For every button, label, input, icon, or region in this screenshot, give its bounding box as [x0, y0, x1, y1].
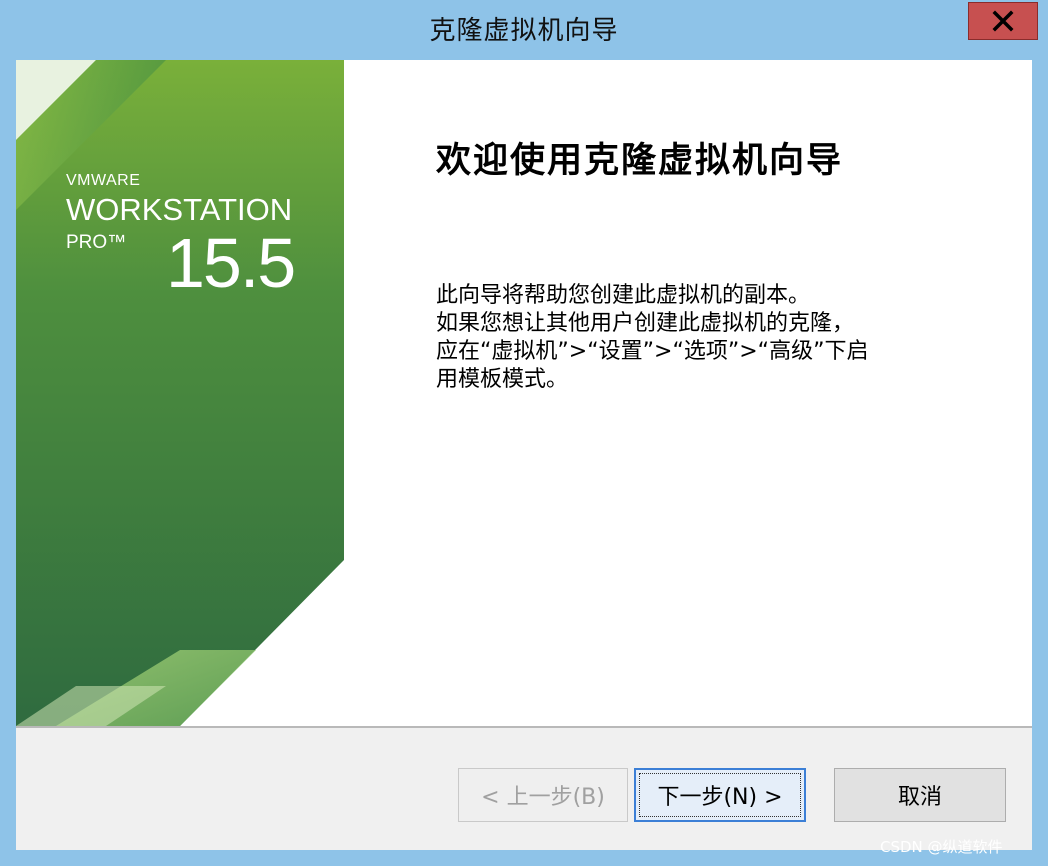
wizard-client-area: VMWARE WORKSTATION PRO™ 15.5 欢迎使用克隆虚拟机向导…: [16, 60, 1032, 850]
close-icon: [992, 10, 1014, 32]
wizard-description: 此向导将帮助您创建此虚拟机的副本。 如果您想让其他用户创建此虚拟机的克隆， 应在…: [436, 282, 956, 394]
description-line: 应在“虚拟机”>“设置”>“选项”>“高级”下启: [436, 339, 869, 364]
product-logo: VMWARE WORKSTATION PRO™ 15.5: [66, 172, 296, 298]
wizard-heading: 欢迎使用克隆虚拟机向导: [436, 141, 844, 181]
watermark: CSDN @纵道软件: [880, 838, 1003, 856]
brand-workstation: WORKSTATION: [66, 192, 293, 227]
button-bar: < 上一步(B) 下一步(N) > 取消: [16, 726, 1032, 850]
banner-graphic: [16, 60, 344, 726]
description-line: 此向导将帮助您创建此虚拟机的副本。: [436, 283, 811, 308]
brand-pro: PRO™: [66, 232, 127, 253]
close-button[interactable]: [968, 2, 1038, 40]
next-button[interactable]: 下一步(N) >: [634, 768, 806, 822]
cancel-button[interactable]: 取消: [834, 768, 1006, 822]
description-line: 如果您想让其他用户创建此虚拟机的克隆，: [436, 311, 855, 336]
window-title: 克隆虚拟机向导: [429, 16, 619, 46]
description-line: 用模板模式。: [436, 367, 569, 392]
title-bar[interactable]: 克隆虚拟机向导: [0, 0, 1048, 58]
vmware-banner: VMWARE WORKSTATION PRO™ 15.5: [16, 60, 344, 726]
back-button[interactable]: < 上一步(B): [458, 768, 628, 822]
brand-vmware: VMWARE: [66, 172, 141, 189]
wizard-window: 克隆虚拟机向导 VMWARE WORKSTATION PRO™ 15.5 欢迎使…: [0, 0, 1048, 866]
brand-version: 15.5: [166, 224, 296, 302]
